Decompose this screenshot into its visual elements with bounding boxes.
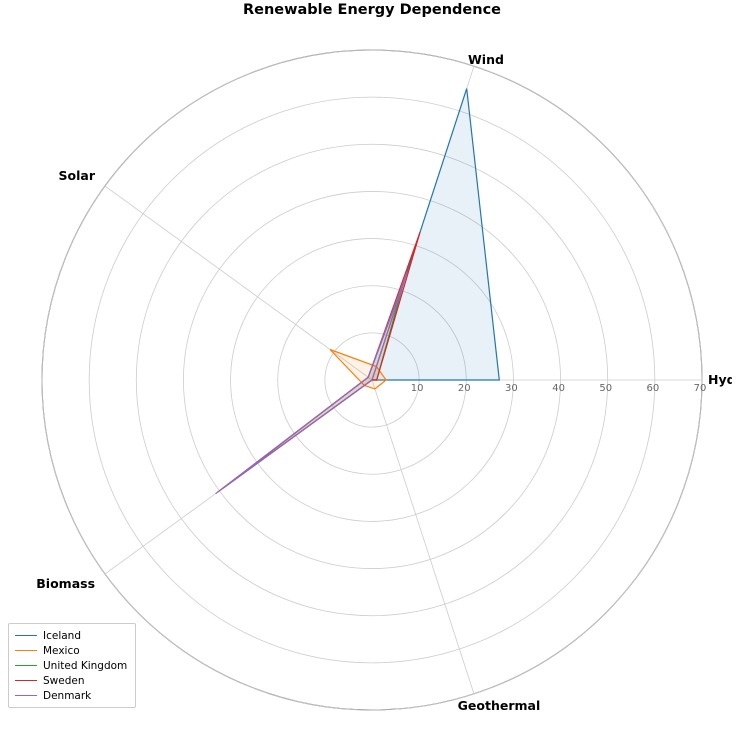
- legend-item: United Kingdom: [15, 658, 127, 673]
- legend-item: Mexico: [15, 643, 127, 658]
- tick-label: 40: [552, 383, 565, 394]
- legend-label: Mexico: [43, 645, 80, 657]
- legend-swatch: [15, 695, 37, 696]
- axis-label-solar: Solar: [59, 168, 96, 183]
- legend-label: Iceland: [43, 630, 81, 642]
- legend-item: Iceland: [15, 628, 127, 643]
- legend-swatch: [15, 635, 37, 636]
- legend-label: Sweden: [43, 675, 85, 687]
- axis-label-biomass: Biomass: [36, 576, 95, 591]
- chart-title: Renewable Energy Dependence: [0, 2, 744, 18]
- tick-label: 50: [599, 383, 612, 394]
- axis-label-hydro: Hydro: [708, 372, 732, 387]
- legend-swatch: [15, 665, 37, 666]
- axis-label-wind: Wind: [468, 52, 504, 67]
- tick-label: 30: [505, 383, 518, 394]
- axis-label-geothermal: Geothermal: [458, 698, 541, 713]
- legend-swatch: [15, 650, 37, 651]
- legend-label: Denmark: [43, 690, 91, 702]
- tick-label: 70: [694, 383, 707, 394]
- tick-label: 20: [458, 383, 471, 394]
- legend: Iceland Mexico United Kingdom Sweden Denmark: [8, 623, 136, 708]
- tick-label: 10: [411, 383, 424, 394]
- legend-swatch: [15, 680, 37, 681]
- tick-label: 60: [646, 383, 659, 394]
- legend-label: United Kingdom: [43, 660, 127, 672]
- legend-item: Denmark: [15, 688, 127, 703]
- legend-item: Sweden: [15, 673, 127, 688]
